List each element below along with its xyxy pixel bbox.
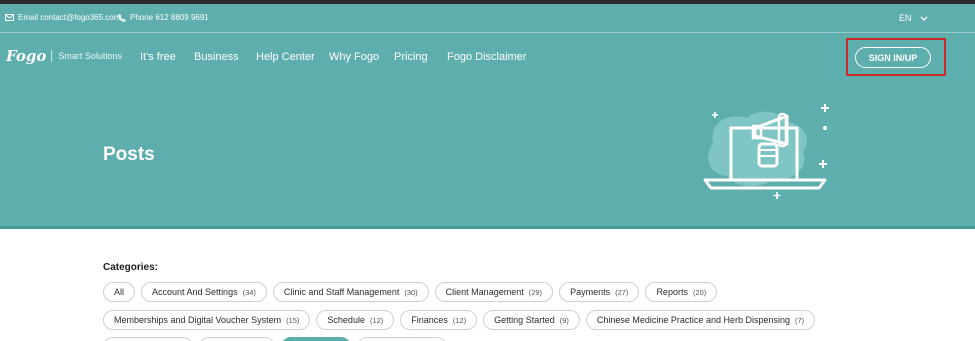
category-chip-partial[interactable] xyxy=(199,337,275,341)
category-chip-row-3 xyxy=(103,337,447,341)
category-chip-chinese-medicine-practice-and-herb-dispensing[interactable]: Chinese Medicine Practice and Herb Dispe… xyxy=(585,310,816,330)
category-chip-count: (12) xyxy=(452,315,467,325)
category-chip-count: (15) xyxy=(286,315,300,325)
category-chip-row-1: All Account And Settings (34) Clinic and… xyxy=(103,282,718,302)
category-chip-count: (34) xyxy=(242,287,256,297)
page-title: Posts xyxy=(103,144,155,165)
sign-in-button[interactable]: SIGN IN/UP xyxy=(855,47,931,68)
category-chip-count: (20) xyxy=(692,287,707,297)
category-chip-label: Client Management xyxy=(445,287,524,297)
contact-bar: Email contact@fogo365.com Phone 612 8809… xyxy=(0,6,975,30)
category-chip-partial[interactable] xyxy=(357,337,447,341)
header-divider xyxy=(0,32,975,33)
category-chip-count: (27) xyxy=(615,287,629,297)
category-chip-payments[interactable]: Payments (27) xyxy=(559,282,640,302)
language-current: EN xyxy=(899,13,912,23)
category-chip-label: Clinic and Staff Management xyxy=(283,287,400,297)
category-chip-count: (9) xyxy=(559,315,569,325)
category-chip-count: (29) xyxy=(528,287,543,297)
category-chip-row-2: Memberships and Digital Voucher System (… xyxy=(103,310,816,330)
mail-icon xyxy=(5,14,14,21)
category-chip-memberships-and-digital-voucher-system[interactable]: Memberships and Digital Voucher System (… xyxy=(103,310,311,330)
category-chip-label: Memberships and Digital Voucher System xyxy=(114,315,282,325)
category-chip-partial-active[interactable] xyxy=(281,337,351,341)
category-chip-count: (12) xyxy=(369,315,384,325)
category-chip-label: Finances xyxy=(411,315,448,325)
nav-its-free[interactable]: It's free xyxy=(140,51,176,63)
nav-fogo-disclaimer[interactable]: Fogo Disclaimer xyxy=(447,51,526,63)
category-chip-label: Chinese Medicine Practice and Herb Dispe… xyxy=(596,315,790,325)
brand-separator xyxy=(51,50,53,62)
language-selector[interactable]: EN xyxy=(899,13,928,23)
category-chip-getting-started[interactable]: Getting Started (9) xyxy=(483,310,580,330)
category-chip-label: Account And Settings xyxy=(152,287,238,297)
phone-icon xyxy=(118,13,126,22)
nav-pricing[interactable]: Pricing xyxy=(394,51,428,63)
brand-logo[interactable]: Fogo Smart Solutions xyxy=(6,47,122,65)
contact-phone[interactable]: Phone 612 8809 9691 xyxy=(118,13,209,22)
category-chip-count: (30) xyxy=(404,287,418,297)
category-chip-label: Schedule xyxy=(327,315,365,325)
category-chip-reports[interactable]: Reports (20) xyxy=(645,282,718,302)
category-chip-label: All xyxy=(114,287,125,297)
nav-business[interactable]: Business xyxy=(194,51,239,63)
category-chip-label: Reports xyxy=(656,287,688,297)
category-chip-label: Payments xyxy=(570,287,611,297)
category-chip-clinic-and-staff-management[interactable]: Clinic and Staff Management (30) xyxy=(272,282,429,302)
hero-bottom-border xyxy=(0,226,975,229)
category-chip-count: (7) xyxy=(795,315,805,325)
categories-label: Categories: xyxy=(103,262,159,273)
category-chip-partial[interactable] xyxy=(103,337,193,341)
category-chip-schedule[interactable]: Schedule (12) xyxy=(316,310,395,330)
category-chip-client-management[interactable]: Client Management (29) xyxy=(434,282,554,302)
contact-email[interactable]: Email contact@fogo365.com xyxy=(5,13,120,22)
category-chip-all[interactable]: All xyxy=(103,282,136,302)
category-chip-account-and-settings[interactable]: Account And Settings (34) xyxy=(141,282,267,302)
brand-tagline: Smart Solutions xyxy=(58,51,122,61)
nav-help-center[interactable]: Help Center xyxy=(256,51,315,63)
brand-name: Fogo xyxy=(6,47,47,65)
contact-email-text: Email contact@fogo365.com xyxy=(18,13,121,22)
contact-phone-text: Phone 612 8809 9691 xyxy=(130,13,209,22)
chevron-down-icon xyxy=(919,15,928,21)
category-chip-finances[interactable]: Finances (12) xyxy=(400,310,478,330)
category-chip-label: Getting Started xyxy=(494,315,555,325)
nav-why-fogo[interactable]: Why Fogo xyxy=(329,51,379,63)
megaphone-laptop-illustration xyxy=(703,104,829,199)
